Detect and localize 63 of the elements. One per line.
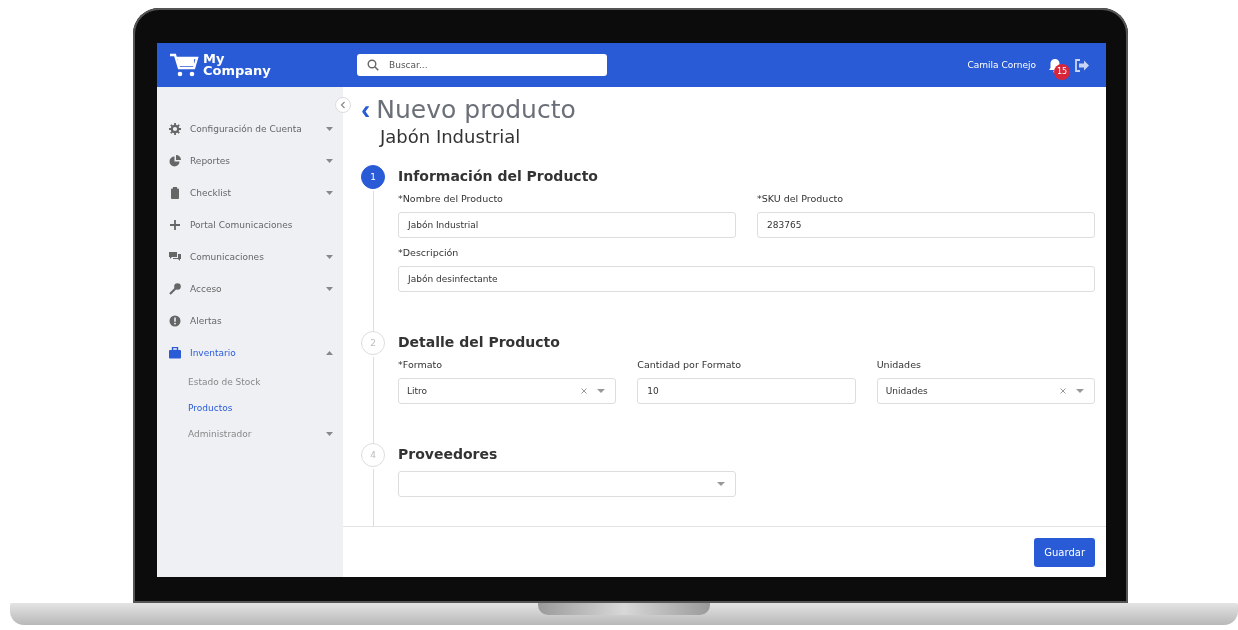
notification-badge: 15	[1054, 63, 1070, 80]
plus-icon	[169, 219, 181, 231]
alert-icon	[169, 315, 181, 327]
caret-down-icon	[326, 255, 333, 259]
input-field[interactable]: Jabón desinfectante	[398, 266, 1095, 292]
step-title: Detalle del Producto	[398, 333, 561, 351]
step-number: 1	[361, 165, 385, 189]
caret-down-icon	[597, 389, 606, 393]
sidebar-subitem[interactable]: Estado de Stock	[157, 369, 343, 395]
caret-down-icon	[326, 432, 333, 436]
input-field[interactable]: 10	[637, 378, 856, 404]
select-field[interactable]: Unidades	[876, 378, 1095, 404]
sidebar-item[interactable]: Reportes	[157, 145, 343, 177]
back-button[interactable]: ‹	[361, 98, 371, 122]
sidebar-subitem[interactable]: Productos	[157, 395, 343, 421]
caret-down-icon	[326, 159, 333, 163]
field-label: Cantidad por Formato	[637, 359, 743, 370]
briefcase-icon	[169, 347, 181, 359]
page-subtitle: Jabón Industrial	[380, 125, 522, 149]
caret-down-icon	[1076, 389, 1084, 393]
sidebar-item[interactable]: Checklist	[157, 177, 343, 209]
user-name[interactable]: Camila Cornejo	[967, 60, 1036, 70]
search-icon	[367, 59, 379, 71]
caret-down-icon	[717, 482, 725, 486]
step-title: Proveedores	[398, 445, 499, 463]
collapse-button[interactable]	[335, 97, 351, 113]
input-field[interactable]: 283765	[757, 212, 1095, 238]
clipboard-icon	[169, 187, 181, 199]
step-title: Información del Producto	[398, 167, 599, 185]
sidebar-item[interactable]: Comunicaciones	[157, 241, 343, 273]
page-title: Nuevo producto	[376, 95, 576, 125]
chat-icon	[169, 251, 181, 263]
field-label: *Formato	[398, 359, 444, 370]
field-label: *SKU del Producto	[757, 193, 845, 204]
search-field[interactable]: Buscar...	[357, 54, 607, 76]
step-number: 4	[361, 443, 385, 467]
field-label: *Descripción	[398, 247, 460, 258]
sidebar-item[interactable]: Inventario	[157, 337, 343, 369]
clear-icon	[1060, 388, 1066, 394]
sidebar-item[interactable]: Portal Comunicaciones	[157, 209, 343, 241]
logo-text: My Company	[203, 53, 271, 77]
cart-icon	[169, 52, 199, 78]
sidebar-item[interactable]: Acceso	[157, 273, 343, 305]
caret-down-icon	[326, 191, 333, 195]
field-label: Unidades	[876, 359, 922, 370]
pie-chart-icon	[169, 155, 181, 167]
caret-down-icon	[326, 287, 333, 291]
key-icon	[169, 283, 181, 295]
caret-down-icon	[326, 127, 333, 131]
input-field[interactable]: Jabón Industrial	[398, 212, 736, 238]
select-field[interactable]: Litro	[398, 378, 617, 404]
field-label: *Nombre del Producto	[398, 193, 504, 204]
chevron-left-icon	[340, 101, 346, 109]
select-field[interactable]	[398, 471, 736, 497]
caret-up-icon	[326, 351, 333, 355]
sidebar-item[interactable]: Configuración de Cuenta	[157, 113, 343, 145]
gear-icon	[169, 123, 181, 135]
step-number: 2	[361, 331, 385, 355]
sidebar-item[interactable]: Alertas	[157, 305, 343, 337]
logout-icon	[1074, 58, 1090, 72]
sidebar-subitem[interactable]: Administrador	[157, 421, 343, 447]
clear-icon	[581, 388, 588, 394]
save-button[interactable]: Guardar	[1034, 537, 1095, 567]
